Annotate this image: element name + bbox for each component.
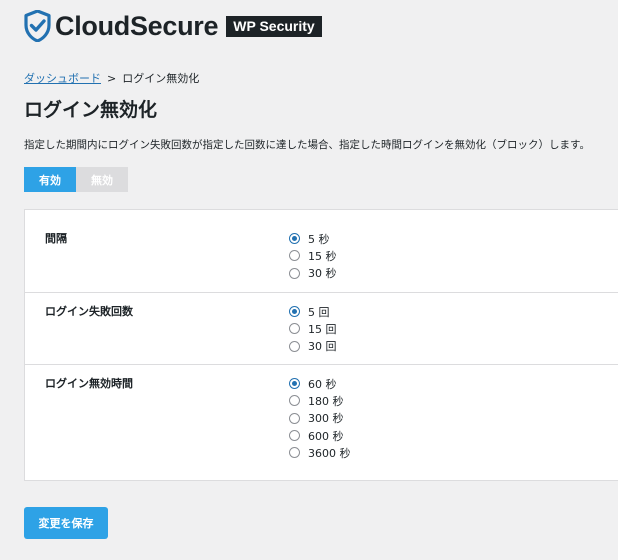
setting-row-interval: 間隔 5 秒 15 秒 30 秒: [25, 210, 618, 292]
radio-option[interactable]: 300 秒: [289, 410, 351, 427]
breadcrumb-current: ログイン無効化: [122, 72, 200, 85]
disable-button[interactable]: 無効: [76, 167, 128, 192]
shield-check-icon: [24, 10, 51, 42]
failures-radio-group: 5 回 15 回 30 回: [289, 303, 337, 355]
settings-card: 間隔 5 秒 15 秒 30 秒 ログイン失敗回数 5 回 15 回 30 回 …: [24, 209, 618, 481]
radio-button[interactable]: [289, 395, 300, 407]
radio-button[interactable]: [289, 233, 300, 245]
brand-badge: WP Security: [226, 15, 322, 37]
radio-button[interactable]: [289, 306, 300, 318]
brand-name: CloudSecure: [55, 10, 219, 41]
save-changes-button[interactable]: 変更を保存: [24, 507, 108, 539]
radio-label: 30 秒: [308, 267, 337, 281]
radio-label: 5 秒: [308, 232, 330, 246]
setting-label: ログイン無効時間: [45, 377, 133, 390]
enable-button[interactable]: 有効: [24, 167, 76, 192]
radio-option[interactable]: 60 秒: [289, 375, 351, 392]
setting-label: 間隔: [45, 232, 67, 245]
radio-option[interactable]: 3600 秒: [289, 444, 351, 461]
radio-option[interactable]: 5 秒: [289, 230, 337, 247]
radio-option[interactable]: 30 回: [289, 338, 337, 355]
page-title: ログイン無効化: [24, 99, 158, 121]
radio-option[interactable]: 15 秒: [289, 247, 337, 264]
radio-label: 30 回: [308, 340, 337, 354]
radio-button[interactable]: [289, 430, 300, 442]
breadcrumb-separator: >: [107, 71, 117, 85]
radio-option[interactable]: 15 回: [289, 320, 337, 337]
radio-option[interactable]: 600 秒: [289, 427, 351, 444]
interval-radio-group: 5 秒 15 秒 30 秒: [289, 230, 337, 282]
radio-label: 60 秒: [308, 377, 337, 391]
radio-label: 600 秒: [308, 429, 344, 443]
radio-button[interactable]: [289, 447, 300, 459]
radio-button[interactable]: [289, 340, 300, 352]
radio-label: 15 回: [308, 322, 337, 336]
radio-label: 3600 秒: [308, 446, 351, 460]
brand-logo: CloudSecure WP Security: [24, 10, 322, 42]
radio-option[interactable]: 180 秒: [289, 392, 351, 409]
radio-option[interactable]: 30 秒: [289, 265, 337, 282]
radio-label: 5 回: [308, 305, 330, 319]
radio-label: 15 秒: [308, 249, 337, 263]
enable-toggle: 有効 無効: [24, 167, 128, 192]
radio-option[interactable]: 5 回: [289, 303, 337, 320]
radio-button[interactable]: [289, 412, 300, 424]
breadcrumb: ダッシュボード > ログイン無効化: [24, 70, 199, 86]
radio-label: 300 秒: [308, 412, 344, 426]
radio-button[interactable]: [289, 323, 300, 335]
setting-row-lockout: ログイン無効時間 60 秒 180 秒 300 秒 600 秒 3600 秒: [25, 364, 618, 481]
breadcrumb-dashboard-link[interactable]: ダッシュボード: [24, 70, 101, 86]
radio-button[interactable]: [289, 250, 300, 262]
radio-label: 180 秒: [308, 394, 344, 408]
setting-row-failures: ログイン失敗回数 5 回 15 回 30 回: [25, 292, 618, 365]
page-description: 指定した期間内にログイン失敗回数が指定した回数に達した場合、指定した時間ログイン…: [24, 139, 590, 151]
radio-button[interactable]: [289, 378, 300, 390]
radio-button[interactable]: [289, 267, 300, 279]
setting-label: ログイン失敗回数: [45, 305, 133, 318]
lockout-radio-group: 60 秒 180 秒 300 秒 600 秒 3600 秒: [289, 375, 351, 461]
